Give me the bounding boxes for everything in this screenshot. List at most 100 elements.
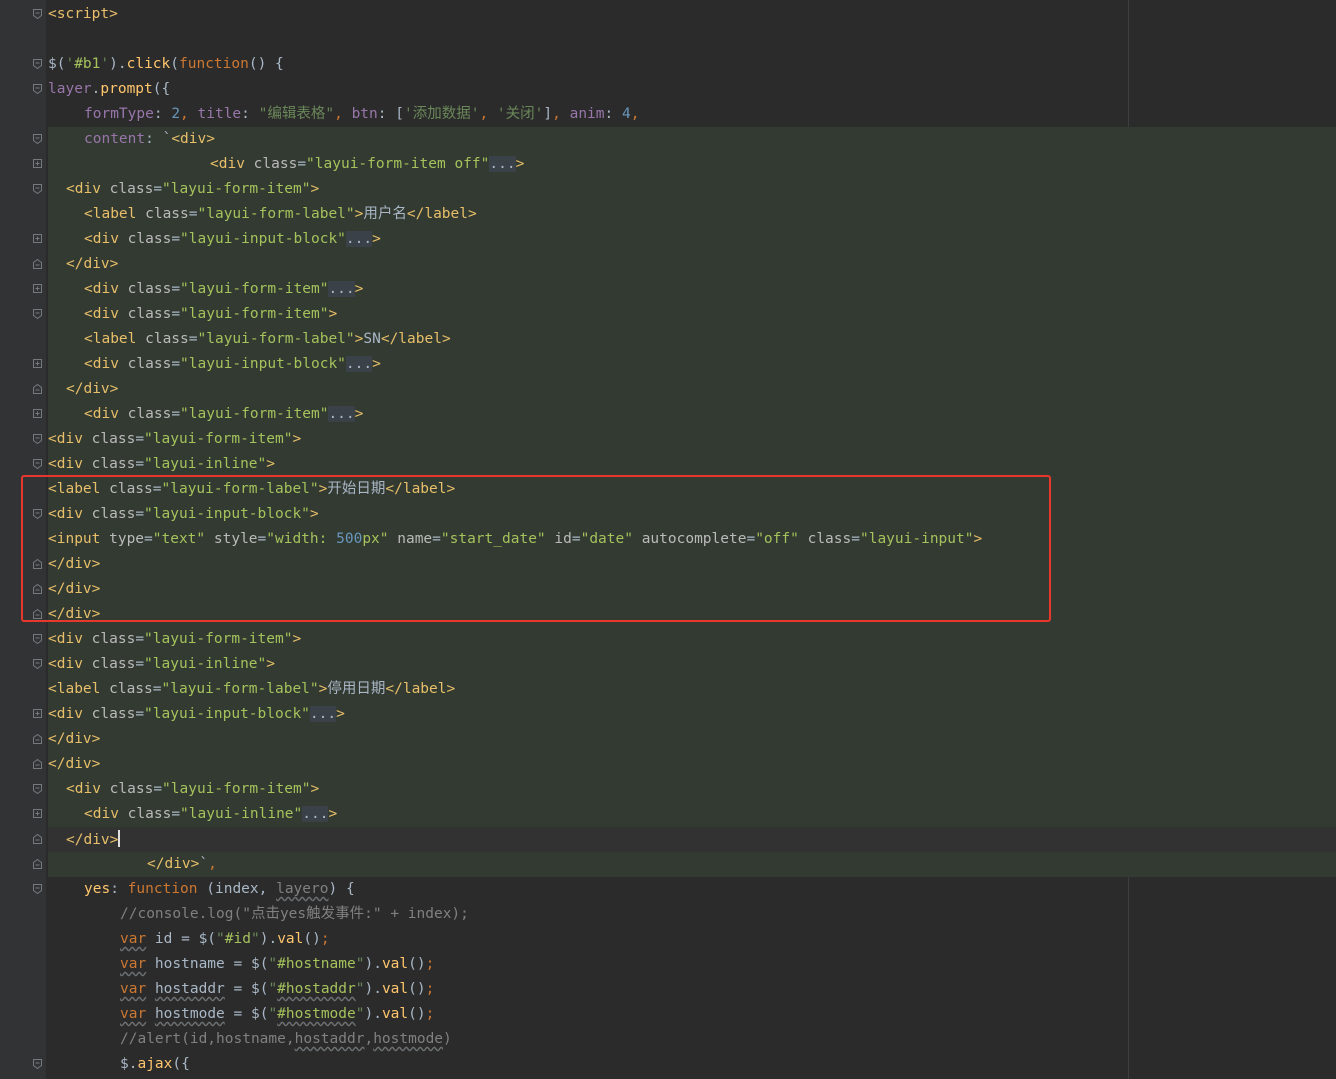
code-token: =	[135, 706, 145, 722]
fold-open-icon[interactable]	[32, 183, 43, 195]
code-text: <div class="layui-input-block"...>	[48, 705, 345, 724]
code-line[interactable]: <div class="layui-form-item">	[0, 427, 1336, 452]
code-line[interactable]: <div class="layui-form-item">	[0, 777, 1336, 802]
code-token: =	[153, 781, 163, 797]
code-line[interactable]: <script>	[0, 2, 1336, 27]
fold-collapsed-icon[interactable]	[32, 283, 43, 295]
fold-open-icon[interactable]	[32, 133, 43, 145]
code-line[interactable]: <div class="layui-input-block"...>	[0, 352, 1336, 377]
code-token: ,	[334, 106, 352, 122]
code-line[interactable]: <div class="layui-inline">	[0, 652, 1336, 677]
code-line[interactable]: yes: function (index, layero) {	[0, 877, 1336, 902]
code-token: 500	[336, 531, 363, 547]
code-line[interactable]: formType: 2, title: "编辑表格", btn: ['添加数据'…	[0, 102, 1336, 127]
code-token: autocomplete	[641, 531, 747, 547]
code-line[interactable]: //console.log("点击yes触发事件:" + index);	[0, 902, 1336, 927]
code-token: <div	[48, 656, 92, 672]
fold-end-icon[interactable]	[32, 758, 43, 770]
fold-open-icon[interactable]	[32, 58, 43, 70]
code-line[interactable]: <input type="text" style="width: 500px" …	[0, 527, 1336, 552]
fold-open-icon[interactable]	[32, 783, 43, 795]
fold-collapsed-icon[interactable]	[32, 233, 43, 245]
line-background	[48, 602, 1336, 627]
code-line[interactable]: var hostmode = $("#hostmode").val();	[0, 1002, 1336, 1027]
code-token: "layui-form-item"	[180, 306, 329, 322]
code-line[interactable]: </div>	[0, 727, 1336, 752]
code-line[interactable]: <div class="layui-input-block"...>	[0, 702, 1336, 727]
fold-end-icon[interactable]	[32, 858, 43, 870]
code-line[interactable]: var hostname = $("#hostname").val();	[0, 952, 1336, 977]
code-line[interactable]: <div class="layui-form-item"...>	[0, 277, 1336, 302]
code-token: id	[554, 531, 572, 547]
code-line[interactable]: var hostaddr = $("#hostaddr").val();	[0, 977, 1336, 1002]
code-line[interactable]: content: `<div>	[0, 127, 1336, 152]
fold-open-icon[interactable]	[32, 508, 43, 520]
code-line[interactable]: <div class="layui-inline"...>	[0, 802, 1336, 827]
fold-collapsed-icon[interactable]	[32, 408, 43, 420]
line-background	[48, 852, 1336, 877]
code-line[interactable]: </div>	[0, 577, 1336, 602]
code-line[interactable]: <label class="layui-form-label">用户名</lab…	[0, 202, 1336, 227]
code-line[interactable]: <div class="layui-inline">	[0, 452, 1336, 477]
fold-collapsed-icon[interactable]	[32, 358, 43, 370]
code-line[interactable]: <label class="layui-form-label">SN</labe…	[0, 327, 1336, 352]
code-token: "layui-form-label"	[197, 331, 355, 347]
code-line[interactable]: <div class="layui-form-item">	[0, 627, 1336, 652]
code-text: </div>	[48, 555, 100, 574]
code-token: ({	[152, 81, 171, 97]
code-token: ()	[408, 956, 426, 972]
code-token: ).	[364, 956, 382, 972]
fold-collapsed-icon[interactable]	[32, 708, 43, 720]
fold-open-icon[interactable]	[32, 8, 43, 20]
code-line[interactable]: </div>`,	[0, 852, 1336, 877]
code-line[interactable]: <div class="layui-form-item">	[0, 177, 1336, 202]
code-line[interactable]: $('#b1').click(function() {	[0, 52, 1336, 77]
code-token: >	[309, 506, 319, 522]
code-token: ...	[328, 406, 355, 422]
code-token: ()	[303, 931, 321, 947]
fold-end-icon[interactable]	[32, 258, 43, 270]
fold-end-icon[interactable]	[32, 583, 43, 595]
code-line[interactable]: <label class="layui-form-label">开始日期</la…	[0, 477, 1336, 502]
code-line[interactable]: </div>	[0, 552, 1336, 577]
code-token: </div>	[66, 256, 119, 272]
code-line[interactable]: layer.prompt({	[0, 77, 1336, 102]
fold-open-icon[interactable]	[32, 458, 43, 470]
fold-collapsed-icon[interactable]	[32, 808, 43, 820]
code-line[interactable]: </div>	[0, 377, 1336, 402]
code-line[interactable]: var id = $("#id").val();	[0, 927, 1336, 952]
fold-open-icon[interactable]	[32, 883, 43, 895]
code-line[interactable]: <label class="layui-form-label">停用日期</la…	[0, 677, 1336, 702]
code-token: ,	[364, 1031, 374, 1047]
fold-end-icon[interactable]	[32, 608, 43, 620]
fold-end-icon[interactable]	[32, 383, 43, 395]
code-line[interactable]: <div class="layui-form-item">	[0, 302, 1336, 327]
code-line[interactable]: <div class="layui-form-item off"...>	[0, 152, 1336, 177]
code-line[interactable]: </div>	[0, 252, 1336, 277]
code-line[interactable]: <div class="layui-input-block"...>	[0, 227, 1336, 252]
code-line[interactable]: </div>	[0, 827, 1336, 852]
code-line[interactable]: //alert(id,hostname,hostaddr,hostmode)	[0, 1027, 1336, 1052]
fold-open-icon[interactable]	[32, 433, 43, 445]
code-line[interactable]	[0, 27, 1336, 52]
code-line[interactable]: <div class="layui-form-item"...>	[0, 402, 1336, 427]
code-line[interactable]: $.ajax({	[0, 1052, 1336, 1077]
fold-collapsed-icon[interactable]	[32, 158, 43, 170]
fold-end-icon[interactable]	[32, 833, 43, 845]
fold-open-icon[interactable]	[32, 658, 43, 670]
fold-open-icon[interactable]	[32, 83, 43, 95]
code-token: ) {	[328, 881, 355, 897]
code-line[interactable]: </div>	[0, 752, 1336, 777]
code-token: ...	[309, 706, 337, 722]
code-line[interactable]: </div>	[0, 602, 1336, 627]
code-token: :	[153, 106, 172, 122]
fold-open-icon[interactable]	[32, 633, 43, 645]
fold-end-icon[interactable]	[32, 558, 43, 570]
fold-open-icon[interactable]	[32, 1058, 43, 1070]
code-editor[interactable]: <script> $('#b1').click(function() {layer…	[0, 0, 1336, 1079]
code-line[interactable]: <div class="layui-input-block">	[0, 502, 1336, 527]
code-token: val	[381, 956, 409, 972]
code-text: </div>	[66, 380, 118, 399]
fold-end-icon[interactable]	[32, 733, 43, 745]
fold-open-icon[interactable]	[32, 308, 43, 320]
